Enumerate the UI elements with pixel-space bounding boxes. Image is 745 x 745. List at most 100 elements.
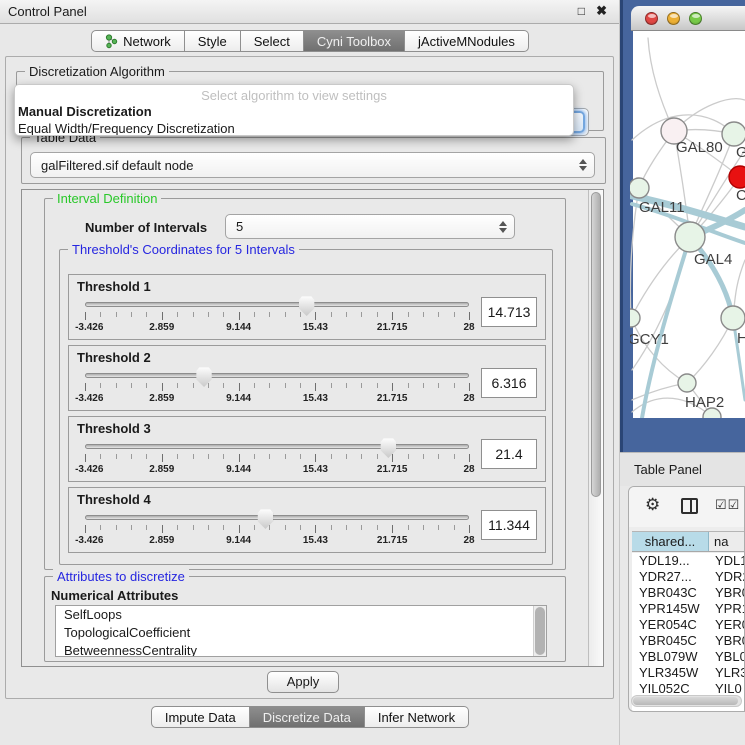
close-icon[interactable]: ✖ [596, 3, 607, 19]
scrollbar-thumb[interactable] [633, 697, 738, 705]
node-label-ga: GA [736, 144, 745, 161]
slider-track [85, 515, 469, 520]
network-node-gal4[interactable] [675, 222, 705, 252]
table-data-combobox[interactable]: galFiltered.sif default node [30, 152, 595, 178]
table-row[interactable]: YDR27...YDR2 [632, 569, 744, 585]
network-node-ga[interactable] [722, 122, 745, 146]
popup-item-manual-discretization[interactable]: Manual Discretization [15, 103, 573, 120]
algorithm-dropdown-popup: Select algorithm to view settings Manual… [14, 84, 574, 136]
table-data-group: Table Data galFiltered.sif default node [21, 137, 606, 184]
threshold-value-field[interactable]: 11.344 [481, 510, 537, 540]
table-row[interactable]: YBR045CYBR0 [632, 633, 744, 649]
threshold-panel-1: Threshold 1 -3.4262.8599.14415.4321.71528… [68, 274, 546, 340]
threshold-slider[interactable]: -3.4262.8599.14415.4321.71528 [85, 296, 469, 334]
scrollbar-thumb[interactable] [591, 192, 601, 497]
column-header-shared-name[interactable]: shared... [632, 532, 709, 551]
attribute-item-topologicalcoefficient[interactable]: TopologicalCoefficient [56, 624, 546, 642]
slider-scale-labels: -3.4262.8599.14415.4321.71528 [85, 464, 469, 475]
bottom-tab-impute-data[interactable]: Impute Data [151, 706, 250, 728]
threshold-value-field[interactable]: 14.713 [481, 297, 537, 327]
network-node-gal11[interactable] [630, 178, 649, 198]
table-panel-header: Table Panel [620, 452, 745, 486]
group-title: Attributes to discretize [53, 569, 189, 584]
popup-item-list: Manual DiscretizationEqual Width/Frequen… [15, 103, 573, 136]
attributes-list[interactable]: SelfLoopsTopologicalCoefficientBetweenne… [55, 605, 547, 657]
tab-style[interactable]: Style [185, 30, 241, 52]
network-node-c[interactable] [729, 166, 745, 188]
network-edge[interactable] [631, 318, 687, 383]
mac-minimize-button[interactable] [667, 12, 680, 25]
group-title: Threshold's Coordinates for 5 Intervals [68, 242, 299, 257]
tab-select[interactable]: Select [241, 30, 304, 52]
attributes-scrollbar[interactable] [533, 606, 546, 656]
node-label-gal11: GAL11 [639, 199, 685, 216]
threshold-label: Threshold 1 [77, 279, 545, 294]
threshold-value-field[interactable]: 6.316 [481, 368, 537, 398]
column-header-name[interactable]: na [709, 532, 744, 551]
scrollbar-thumb[interactable] [535, 607, 545, 655]
cell-shared-name: YBR043C [632, 585, 709, 601]
node-table: ⚙ ☑☑ shared... na YDL19...YDL1YDR27...YD… [628, 486, 745, 712]
network-window-titlebar[interactable] [631, 6, 745, 31]
threshold-label: Threshold 2 [77, 350, 545, 365]
tab-label: jActiveMNodules [418, 34, 515, 49]
table-row[interactable]: YPR145WYPR1 [632, 601, 744, 617]
combo-value: galFiltered.sif default node [41, 158, 193, 173]
apply-button[interactable]: Apply [267, 671, 339, 693]
tab-label: Discretize Data [263, 710, 351, 725]
threshold-value-field[interactable]: 21.4 [481, 439, 537, 469]
tab-jactivemnodules[interactable]: jActiveMNodules [405, 30, 529, 52]
cell-name: YDL1 [709, 553, 744, 569]
interval-definition-group: Interval Definition Number of Intervals … [44, 198, 566, 570]
table-row[interactable]: YDL19...YDL1 [632, 553, 744, 569]
network-node-h[interactable] [721, 306, 745, 330]
network-graph[interactable]: GAL80GACGAL11GAL4GCY1HHAP2 [630, 31, 745, 418]
tab-cyni-toolbox[interactable]: Cyni Toolbox [304, 30, 405, 52]
cell-name: YBL0 [709, 649, 744, 665]
combo-value: 5 [236, 219, 243, 234]
cell-shared-name: YER054C [632, 617, 709, 633]
attributes-group: Attributes to discretize Numerical Attri… [44, 576, 566, 662]
attribute-item-selfloops[interactable]: SelfLoops [56, 606, 546, 624]
bottom-tab-infer-network[interactable]: Infer Network [365, 706, 469, 728]
threshold-label: Threshold 3 [77, 421, 545, 436]
network-node-hap2[interactable] [678, 374, 696, 392]
gear-icon[interactable]: ⚙ [645, 495, 660, 515]
slider-ticks [85, 454, 469, 463]
attribute-item-betweennesscentrality[interactable]: BetweennessCentrality [56, 642, 546, 657]
cell-name: YER0 [709, 617, 744, 633]
network-node-gcy1[interactable] [630, 309, 640, 327]
mac-close-button[interactable] [645, 12, 658, 25]
threshold-slider[interactable]: -3.4262.8599.14415.4321.71528 [85, 438, 469, 476]
float-window-icon[interactable]: □ [578, 4, 585, 18]
bottom-tabs: Impute Data Discretize Data Infer Network [0, 706, 620, 728]
columns-icon[interactable] [681, 498, 698, 514]
table-horizontal-scrollbar[interactable] [631, 695, 742, 707]
node-label-h: H [737, 330, 745, 347]
cell-name: YBR0 [709, 585, 744, 601]
tab-label: Network [123, 34, 171, 49]
table-row[interactable]: YBL079WYBL0 [632, 649, 744, 665]
table-row[interactable]: YER054CYER0 [632, 617, 744, 633]
select-columns-icon[interactable]: ☑☑ [715, 497, 740, 513]
table-row[interactable]: YBR043CYBR0 [632, 585, 744, 601]
threshold-slider[interactable]: -3.4262.8599.14415.4321.71528 [85, 367, 469, 405]
tab-label: Select [254, 34, 290, 49]
table-panel-title: Table Panel [634, 462, 702, 477]
node-label-gcy1: GCY1 [630, 331, 669, 348]
tab-label: Impute Data [165, 710, 236, 725]
panel-scrollbar[interactable] [588, 190, 603, 666]
cell-name: YPR1 [709, 601, 744, 617]
tab-network[interactable]: Network [91, 30, 185, 52]
control-panel: Control Panel □ ✖ NetworkStyleSelectCyni… [0, 0, 620, 745]
popup-item-equal-width-frequency-discretization[interactable]: Equal Width/Frequency Discretization [15, 120, 573, 136]
network-edge[interactable] [632, 237, 690, 370]
thresholds-group: Threshold's Coordinates for 5 Intervals … [59, 249, 553, 565]
threshold-slider[interactable]: -3.4262.8599.14415.4321.71528 [85, 509, 469, 547]
slider-ticks [85, 383, 469, 392]
cyni-toolbox-panel: Discretization Algorithm Select algorith… [5, 56, 614, 699]
number-of-intervals-combobox[interactable]: 5 [225, 214, 515, 239]
mac-zoom-button[interactable] [689, 12, 702, 25]
bottom-tab-discretize-data[interactable]: Discretize Data [250, 706, 365, 728]
table-row[interactable]: YLR345WYLR3 [632, 665, 744, 681]
